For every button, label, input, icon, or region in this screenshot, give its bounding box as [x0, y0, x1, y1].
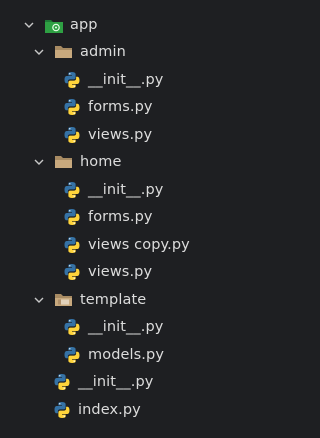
tree-item-file[interactable]: __init__.py [0, 314, 289, 342]
tree-item-label: __init__.py [88, 71, 164, 88]
tree-item-file[interactable]: views.py [0, 259, 289, 287]
tree-item-label: models.py [88, 346, 164, 363]
file-explorer-tree: app admin __init__.py forms.py views.py … [0, 0, 289, 438]
chevron-down-icon[interactable] [32, 45, 46, 59]
tree-item-file[interactable]: __init__.py [0, 176, 289, 204]
chevron-down-icon[interactable] [32, 155, 46, 169]
tree-item-file[interactable]: forms.py [0, 94, 289, 122]
tree-item-file[interactable]: models.py [0, 341, 289, 369]
chevron-down-icon[interactable] [32, 293, 46, 307]
folder-open-icon [54, 42, 74, 62]
tree-item-label: __init__.py [78, 374, 154, 391]
tree-item-label: views copy.py [88, 236, 190, 253]
tree-item-label: __init__.py [88, 181, 164, 198]
chevron-down-icon[interactable] [22, 18, 36, 32]
python-icon [62, 70, 82, 90]
python-icon [62, 235, 82, 255]
tree-item-file[interactable]: index.py [0, 396, 289, 424]
python-icon [62, 207, 82, 227]
tree-item-home[interactable]: home [0, 149, 289, 177]
tree-item-file[interactable]: views copy.py [0, 231, 289, 259]
tree-item-app[interactable]: app [0, 11, 289, 39]
python-icon [52, 372, 72, 392]
python-icon [62, 317, 82, 337]
tree-item-file[interactable]: __init__.py [0, 66, 289, 94]
tree-item-label: index.py [78, 401, 141, 418]
tree-item-template[interactable]: template [0, 286, 289, 314]
tree-item-label: app [70, 16, 98, 33]
python-icon [62, 345, 82, 365]
tree-item-file[interactable]: __init__.py [0, 369, 289, 397]
template-folder-icon [54, 290, 74, 310]
python-icon [62, 262, 82, 282]
python-icon [62, 180, 82, 200]
tree-item-admin[interactable]: admin [0, 39, 289, 67]
python-icon [62, 97, 82, 117]
tree-item-label: views.py [88, 264, 153, 281]
package-folder-icon [44, 15, 64, 35]
tree-item-label: __init__.py [88, 319, 164, 336]
tree-item-label: views.py [88, 126, 153, 143]
tree-item-label: template [80, 291, 147, 308]
tree-item-label: forms.py [88, 99, 153, 116]
tree-item-label: admin [80, 44, 126, 61]
python-icon [62, 125, 82, 145]
tree-item-label: forms.py [88, 209, 153, 226]
tree-item-label: home [80, 154, 122, 171]
tree-item-file[interactable]: forms.py [0, 204, 289, 232]
tree-item-file[interactable]: views.py [0, 121, 289, 149]
python-icon [52, 400, 72, 420]
folder-open-icon [54, 152, 74, 172]
